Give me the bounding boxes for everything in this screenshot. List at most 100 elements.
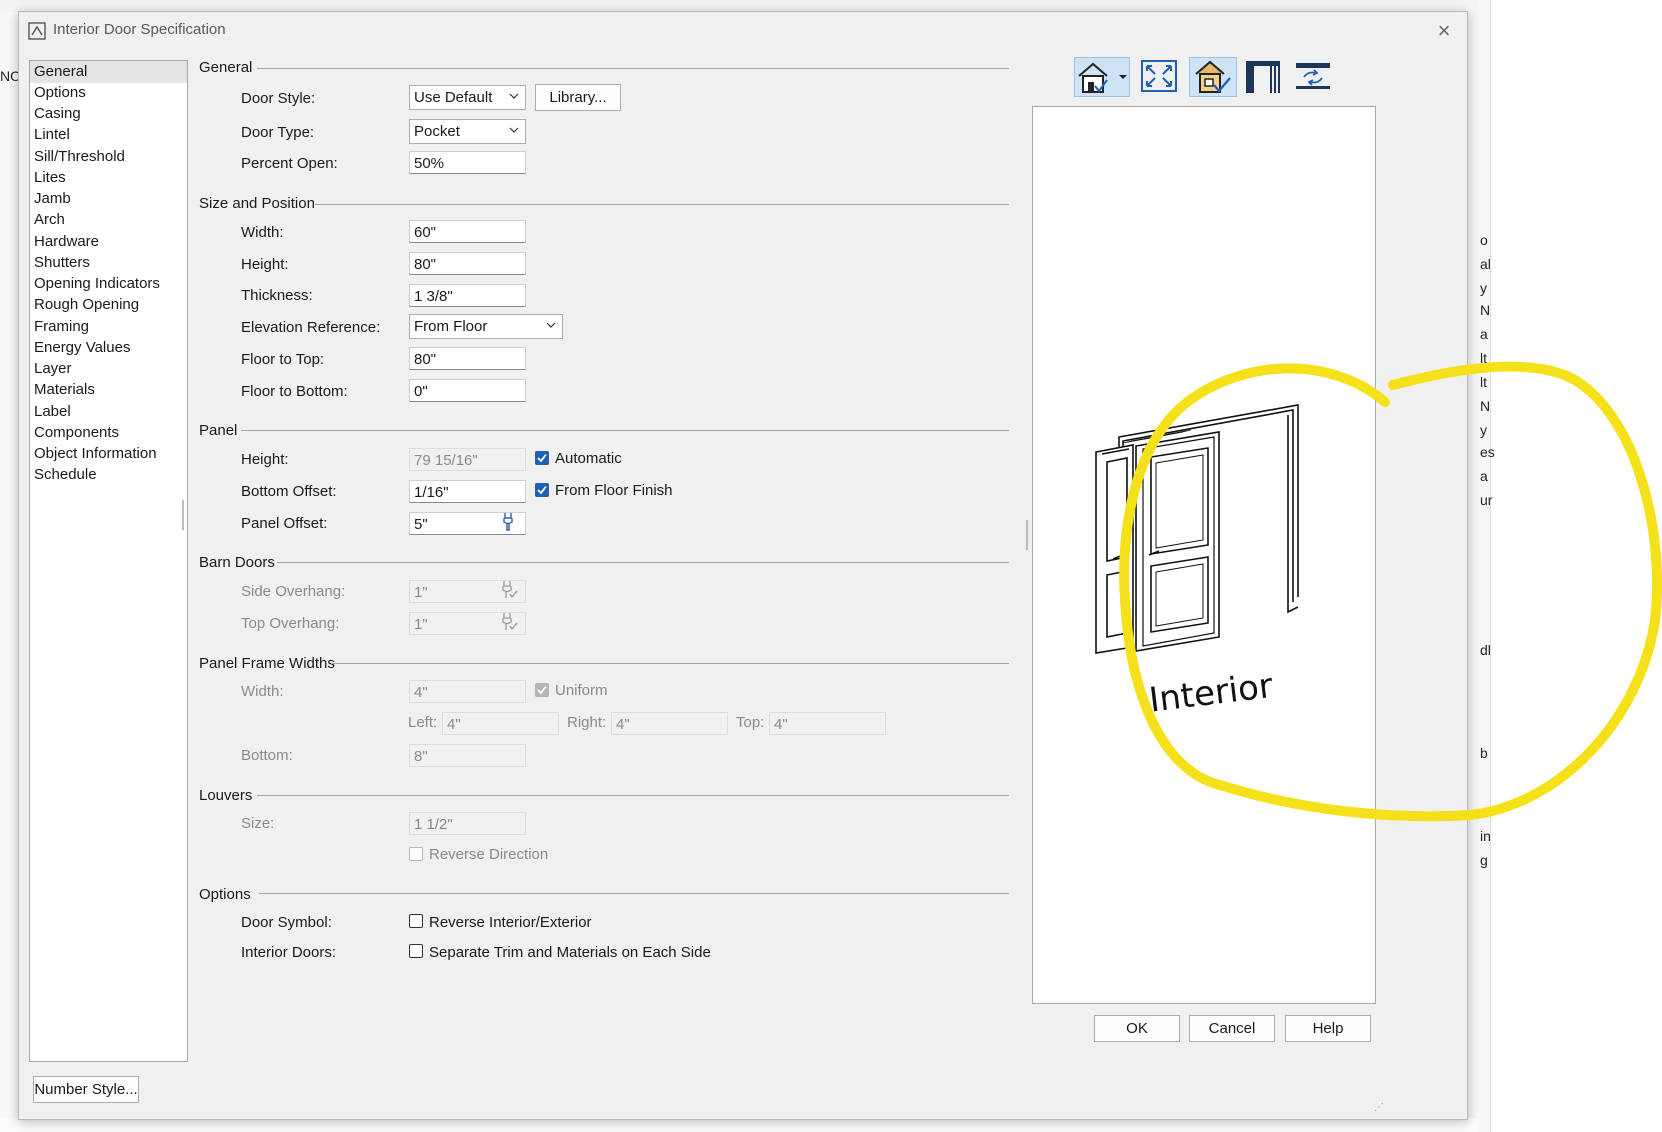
section-divider: [315, 204, 1009, 205]
left-splitter[interactable]: [182, 500, 184, 530]
door-symbol-label: Door Symbol:: [241, 914, 332, 931]
background-text: lt: [1480, 350, 1487, 366]
percent-open-label: Percent Open:: [241, 155, 338, 172]
percent-open-input[interactable]: 50%: [409, 151, 526, 174]
nav-item-label[interactable]: Label: [30, 401, 187, 423]
nav-item-general[interactable]: General: [30, 61, 187, 83]
help-button[interactable]: Help: [1285, 1015, 1371, 1042]
title-bar[interactable]: Interior Door Specification ×: [19, 12, 1467, 49]
elevation-reference-select[interactable]: From Floor: [409, 314, 563, 339]
background-text: N: [1480, 398, 1491, 414]
door-style-value: Use Default: [414, 89, 493, 106]
nav-item-hardware[interactable]: Hardware: [30, 231, 187, 253]
door-style-select[interactable]: Use Default: [409, 85, 526, 110]
checkmark-icon: [537, 485, 547, 495]
cancel-button[interactable]: Cancel: [1189, 1015, 1275, 1042]
from-floor-finish-checkbox[interactable]: [535, 483, 549, 497]
background-text: y: [1480, 280, 1487, 296]
reverse-direction-checkbox[interactable]: [409, 847, 423, 861]
nav-item-opening-indicators[interactable]: Opening Indicators: [30, 273, 187, 295]
checkmark-icon: [537, 685, 547, 695]
nav-item-framing[interactable]: Framing: [30, 316, 187, 338]
frame-width-input[interactable]: 4": [409, 680, 526, 703]
nav-item-arch[interactable]: Arch: [30, 209, 187, 231]
section-panel-heading: Panel: [199, 422, 238, 439]
reverse-interior-exterior-label: Reverse Interior/Exterior: [429, 914, 592, 931]
floor-to-top-label: Floor to Top:: [241, 351, 325, 368]
automatic-label: Automatic: [555, 450, 622, 467]
section-divider: [259, 893, 1009, 894]
fill-window-button[interactable]: [1136, 57, 1184, 97]
door-frame-icon: [1246, 61, 1280, 93]
category-list[interactable]: General Options Casing Lintel Sill/Thres…: [29, 60, 188, 1062]
nav-item-jamb[interactable]: Jamb: [30, 188, 187, 210]
louver-size-input[interactable]: 1 1/2": [409, 812, 526, 835]
ok-button[interactable]: OK: [1094, 1015, 1180, 1042]
interior-doors-label: Interior Doors:: [241, 944, 337, 961]
background-text: al: [1480, 256, 1491, 272]
background-text: a: [1480, 326, 1488, 342]
close-button[interactable]: ×: [1431, 18, 1457, 44]
nav-item-layer[interactable]: Layer: [30, 358, 187, 380]
frame-right-input[interactable]: 4": [611, 712, 728, 735]
right-splitter[interactable]: [1026, 520, 1028, 550]
elevation-reference-label: Elevation Reference:: [241, 319, 381, 336]
background-text: y: [1480, 422, 1487, 438]
library-button[interactable]: Library...: [535, 84, 621, 111]
nav-item-schedule[interactable]: Schedule: [30, 464, 187, 486]
elevation-reference-value: From Floor: [414, 318, 488, 335]
separate-trim-checkbox[interactable]: [409, 944, 423, 958]
reverse-direction-label: Reverse Direction: [429, 846, 549, 863]
automatic-checkbox[interactable]: [535, 451, 549, 465]
floor-to-top-input[interactable]: 80": [409, 347, 526, 370]
wrench-icon[interactable]: [500, 512, 516, 532]
frame-bottom-input[interactable]: 8": [409, 744, 526, 767]
nav-item-rough-opening[interactable]: Rough Opening: [30, 294, 187, 316]
bottom-offset-input[interactable]: 1/16": [409, 480, 526, 503]
floor-to-bottom-label: Floor to Bottom:: [241, 383, 348, 400]
top-overhang-label: Top Overhang:: [241, 615, 340, 632]
house-check-button[interactable]: [1189, 57, 1237, 97]
nav-item-components[interactable]: Components: [30, 422, 187, 444]
wrench-check-icon[interactable]: [500, 612, 518, 632]
wrench-check-icon[interactable]: [500, 580, 518, 600]
house-check-icon: [1195, 60, 1231, 93]
width-input[interactable]: 60": [409, 220, 526, 243]
nav-item-materials[interactable]: Materials: [30, 379, 187, 401]
frame-left-label: Left:: [408, 714, 438, 731]
door-type-select[interactable]: Pocket: [409, 119, 526, 144]
nav-item-shutters[interactable]: Shutters: [30, 252, 187, 274]
nav-item-sill-threshold[interactable]: Sill/Threshold: [30, 146, 187, 168]
nav-item-object-information[interactable]: Object Information: [30, 443, 187, 465]
number-style-button[interactable]: Number Style...: [33, 1076, 139, 1103]
door-frame-button[interactable]: [1240, 57, 1288, 97]
thickness-input[interactable]: 1 3/8": [409, 284, 526, 307]
background-text: g: [1480, 852, 1488, 868]
view-mode-button[interactable]: [1074, 57, 1130, 97]
nav-item-energy-values[interactable]: Energy Values: [30, 337, 187, 359]
background-text: b: [1480, 745, 1488, 761]
background-text: in: [1480, 828, 1491, 844]
reverse-interior-exterior-checkbox[interactable]: [409, 914, 423, 928]
separate-trim-label: Separate Trim and Materials on Each Side: [429, 944, 711, 961]
background-panel-strip: [1478, 0, 1491, 1132]
resize-grip-icon[interactable]: ⋰: [1374, 1102, 1384, 1113]
background-text: lt: [1480, 374, 1487, 390]
nav-item-casing[interactable]: Casing: [30, 103, 187, 125]
door-type-label: Door Type:: [241, 124, 315, 141]
nav-item-options[interactable]: Options: [30, 82, 187, 104]
nav-item-lintel[interactable]: Lintel: [30, 124, 187, 146]
height-label: Height:: [241, 256, 289, 273]
door-style-label: Door Style:: [241, 90, 316, 107]
door-preview-pane: Interior: [1032, 106, 1376, 1004]
background-text: dl: [1480, 642, 1491, 658]
uniform-checkbox[interactable]: [535, 683, 549, 697]
section-barn-doors-heading: Barn Doors: [199, 554, 275, 571]
nav-item-lites[interactable]: Lites: [30, 167, 187, 189]
panel-height-input[interactable]: 79 15/16": [409, 448, 526, 471]
frame-left-input[interactable]: 4": [442, 712, 559, 735]
swap-view-button[interactable]: [1290, 57, 1338, 97]
floor-to-bottom-input[interactable]: 0": [409, 379, 526, 402]
frame-top-input[interactable]: 4": [769, 712, 886, 735]
height-input[interactable]: 80": [409, 252, 526, 275]
